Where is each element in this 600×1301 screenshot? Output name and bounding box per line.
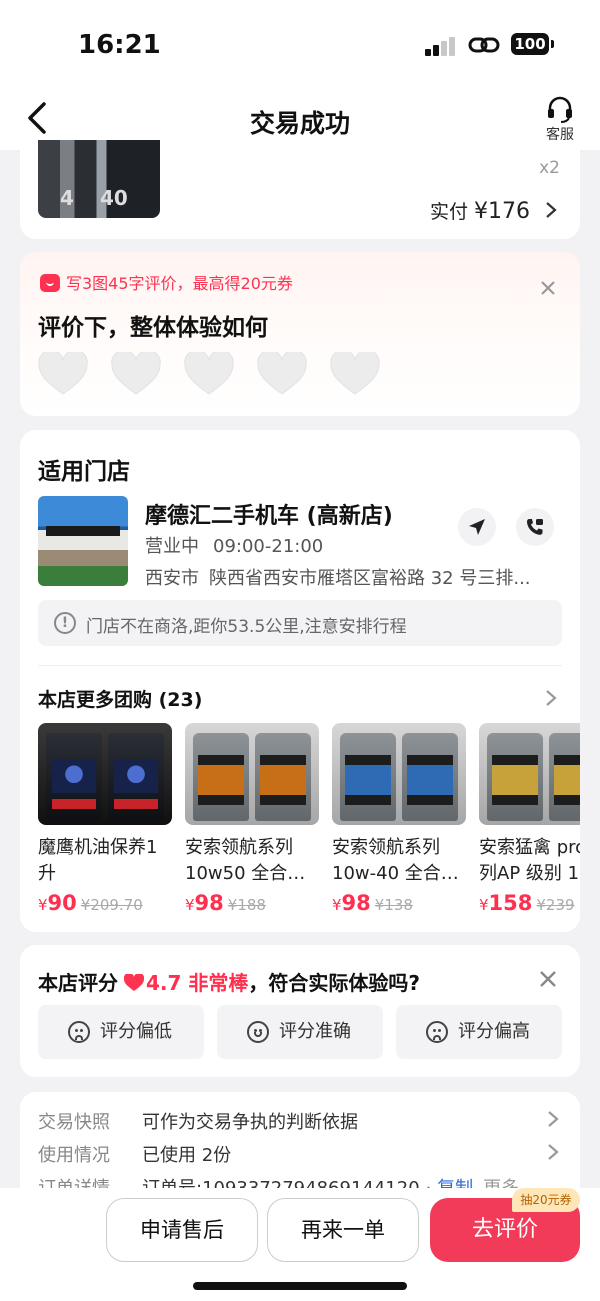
battery-tip xyxy=(551,40,554,48)
promo-text: 写3图45字评价，最高得20元券 xyxy=(66,274,293,293)
after-sale-button[interactable]: 申请售后 xyxy=(106,1198,258,1262)
deal-card[interactable]: 安索猛禽 pro 列AP 级别 1 ¥158 ¥239 xyxy=(479,723,580,915)
phone-icon xyxy=(526,519,543,535)
rating-suffix: ，符合实际体验吗? xyxy=(248,971,421,995)
deal-image[interactable] xyxy=(332,723,466,825)
deal-name: 安索领航系列10w50 全合… xyxy=(185,837,306,884)
store-sign xyxy=(46,526,120,536)
store-section-title: 适用门店 xyxy=(38,459,130,485)
rating-accurate-button[interactable]: 评分准确 xyxy=(217,1005,383,1059)
close-review-prompt-icon[interactable] xyxy=(538,278,558,298)
alert-circle-icon: ! xyxy=(54,612,76,634)
customer-service-button[interactable]: 客服 xyxy=(538,92,582,144)
more-deals-title[interactable]: 本店更多团购 (23) xyxy=(38,685,202,712)
deal-card[interactable]: 安索领航系列10w50 全合… ¥98 ¥188 xyxy=(185,723,321,915)
chevron-right-icon[interactable] xyxy=(544,688,558,708)
deal-price: ¥90 ¥209.70 xyxy=(38,891,143,915)
deal-name: 安索领航系列10w-40 全合… xyxy=(332,837,459,884)
store-street: 陕西省西安市雁塔区富裕路 32 号三排... xyxy=(209,568,531,589)
rating-too-high-button[interactable]: 评分偏高 xyxy=(396,1005,562,1059)
deal-price: ¥158 ¥239 xyxy=(479,891,575,915)
review-promo: 写3图45字评价，最高得20元券 xyxy=(40,270,293,294)
rating-prefix: 本店评分 xyxy=(38,971,118,995)
deal-price: ¥98 ¥138 xyxy=(332,891,413,915)
store-city: 西安市 xyxy=(145,568,199,589)
store-status: 营业中 xyxy=(145,536,199,557)
product-quantity: x2 xyxy=(539,158,560,178)
heart-rating-4-icon[interactable] xyxy=(257,352,307,396)
thumb-text-2: 40 xyxy=(100,186,128,210)
chevron-right-icon[interactable] xyxy=(546,1142,560,1162)
store-name[interactable]: 摩德汇二手机车 (高新店) xyxy=(145,498,393,530)
status-bar: 16:21 100 xyxy=(0,0,600,90)
trade-snapshot-row[interactable]: 交易快照 可作为交易争执的判断依据 xyxy=(38,1108,568,1134)
distance-notice: ! 门店不在商洛,距你53.5公里,注意安排行程 xyxy=(38,600,562,646)
product-thumbnail[interactable]: 4 40 xyxy=(38,140,160,218)
link-icon xyxy=(468,37,500,53)
store-photo[interactable] xyxy=(38,496,128,586)
rating-too-low-button[interactable]: 评分偏低 xyxy=(38,1005,204,1059)
bottom-action-bar: 申请售后 再来一单 去评价 抽20元券 xyxy=(0,1188,600,1301)
store-open-time: 09:00-21:00 xyxy=(213,536,324,557)
close-rating-icon[interactable] xyxy=(538,969,558,989)
store-address[interactable]: 西安市 陕西省西安市雁塔区富裕路 32 号三排... xyxy=(145,564,555,590)
heart-rating-1-icon[interactable] xyxy=(38,352,88,396)
smile-face-icon xyxy=(247,1021,269,1043)
store-hours: 营业中 09:00-21:00 xyxy=(145,532,323,558)
deal-card[interactable]: 安索领航系列10w-40 全合… ¥98 ¥138 xyxy=(332,723,468,915)
heart-rating-5-icon[interactable] xyxy=(330,352,380,396)
notice-text: 门店不在商洛,距你53.5公里,注意安排行程 xyxy=(86,617,407,637)
product-card[interactable]: 4 40 x2 实付 ¥176 xyxy=(20,140,580,239)
review-question: 评价下，整体体验如何 xyxy=(38,315,268,341)
deal-price: ¥98 ¥188 xyxy=(185,891,266,915)
call-store-button[interactable] xyxy=(516,508,554,546)
store-card: 适用门店 摩德汇二手机车 (高新店) 营业中 09:00-21:00 西安市 陕西省… xyxy=(20,430,580,932)
sad-face-icon xyxy=(426,1021,448,1043)
store-rating-card: 本店评分 4.7 非常棒，符合实际体验吗? 评分偏低 评分准确 评分偏高 xyxy=(20,945,580,1077)
paid-value: ¥176 xyxy=(474,199,530,224)
deal-image[interactable] xyxy=(479,723,580,825)
deal-image[interactable] xyxy=(185,723,319,825)
heart-rating-2-icon[interactable] xyxy=(111,352,161,396)
chevron-right-icon[interactable] xyxy=(546,1109,560,1129)
deal-name: 安索猛禽 pro 列AP 级别 1 xyxy=(479,837,580,884)
status-time: 16:21 xyxy=(78,30,161,60)
heart-icon xyxy=(124,974,144,991)
chat-smile-icon xyxy=(40,274,60,292)
option-label: 评分准确 xyxy=(279,1021,351,1042)
option-label: 评分偏低 xyxy=(100,1021,172,1042)
paid-amount[interactable]: 实付 ¥176 xyxy=(430,197,530,224)
navigation-arrow-icon xyxy=(469,519,485,535)
page-title: 交易成功 xyxy=(249,109,350,138)
signal-icon xyxy=(425,36,457,56)
navigate-button[interactable] xyxy=(458,508,496,546)
review-prompt-card: 写3图45字评价，最高得20元券 评价下，整体体验如何 xyxy=(20,252,580,416)
home-indicator[interactable] xyxy=(193,1282,407,1290)
rating-title: 本店评分 4.7 非常棒，符合实际体验吗? xyxy=(38,967,420,996)
deal-card[interactable]: 魔鹰机油保养1升 ¥90 ¥209.70 xyxy=(38,723,174,915)
divider xyxy=(38,665,562,666)
heart-rating-3-icon[interactable] xyxy=(184,352,234,396)
deal-name: 魔鹰机油保养1升 xyxy=(38,837,158,884)
paid-label: 实付 xyxy=(429,201,468,223)
reorder-button[interactable]: 再来一单 xyxy=(267,1198,419,1262)
headset-icon xyxy=(548,96,572,123)
sad-face-icon xyxy=(68,1021,90,1043)
coupon-badge: 抽20元券 xyxy=(512,1188,580,1212)
usage-row[interactable]: 使用情况 已使用 2份 xyxy=(38,1141,568,1167)
battery-icon: 100 xyxy=(511,33,549,55)
chevron-right-icon[interactable] xyxy=(544,200,558,220)
deal-image[interactable] xyxy=(38,723,172,825)
rating-score: 4.7 非常棒 xyxy=(146,971,249,995)
thumb-text-1: 4 xyxy=(60,186,74,210)
option-label: 评分偏高 xyxy=(458,1021,530,1042)
